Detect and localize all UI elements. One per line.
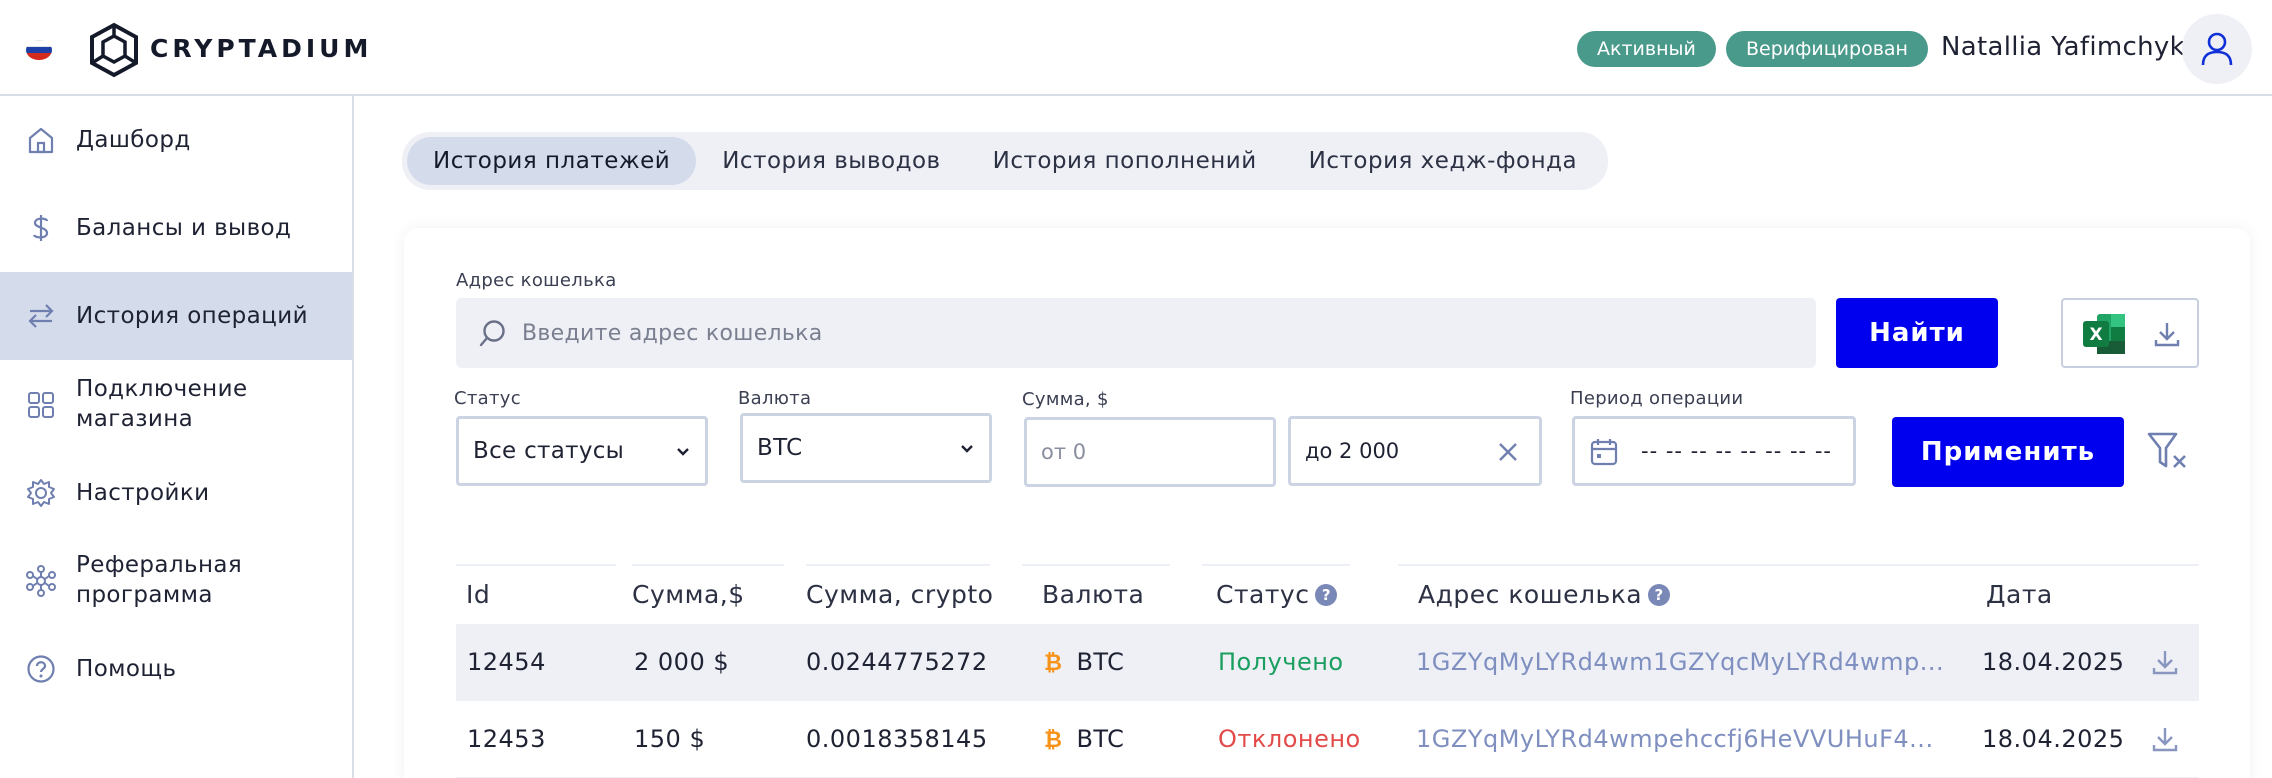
row-status: Получено — [1218, 648, 1344, 676]
sidebar-item-store[interactable]: Подключение магазина — [0, 360, 352, 450]
column-header-currency: Валюта — [1022, 564, 1170, 624]
apply-button[interactable]: Применить — [1892, 417, 2124, 487]
row-date: 18.04.2025 — [1982, 725, 2125, 753]
period-filter-label: Период операции — [1570, 388, 1744, 409]
chevron-down-icon — [961, 445, 973, 453]
period-date-range[interactable]: -- -- -- -- -- -- -- -- — [1572, 416, 1856, 486]
amount-from-field — [1024, 417, 1276, 487]
column-header-amount-crypto: Сумма, crypto — [806, 564, 993, 624]
sidebar-item-label: История операций — [76, 303, 308, 329]
help-icon[interactable]: ? — [1315, 584, 1338, 606]
amount-to-field — [1288, 416, 1542, 486]
row-amount-crypto: 0.0018358145 — [806, 725, 988, 753]
help-circle-icon — [24, 652, 58, 686]
row-amount-usd: 150 $ — [634, 725, 706, 753]
row-date: 18.04.2025 — [1982, 648, 2125, 676]
wallet-address-label: Адрес кошелька — [456, 270, 617, 291]
wallet-search-box — [456, 298, 1816, 368]
amount-from-input[interactable] — [1041, 420, 1221, 484]
calendar-icon — [1590, 439, 1618, 466]
row-amount-usd: 2 000 $ — [634, 648, 730, 676]
download-icon — [2154, 323, 2180, 347]
row-amount-crypto: 0.0244775272 — [806, 648, 988, 676]
tab-hedge-fund[interactable]: История хедж-фонда — [1283, 137, 1603, 185]
sidebar-item-label: Балансы и вывод — [76, 215, 292, 241]
amount-to-input[interactable] — [1305, 419, 1485, 483]
grid-icon — [24, 388, 58, 422]
language-flag-icon[interactable] — [26, 40, 52, 60]
bitcoin-icon: ₿ — [1044, 728, 1063, 753]
find-button[interactable]: Найти — [1836, 298, 1998, 368]
row-wallet-address[interactable]: 1GZYqMyLYRd4wmpehccfj6HeVVUHuF4... — [1416, 701, 1934, 778]
column-header-wallet-address: Адрес кошелька? Дата — [1398, 564, 2199, 624]
excel-icon: X — [2083, 314, 2125, 354]
table-row[interactable]: 12453 150 $ 0.0018358145 ₿ BTC Отклонено … — [456, 701, 2199, 778]
status-badge-active: Активный — [1577, 31, 1716, 67]
row-currency: ₿ BTC — [1044, 701, 1124, 778]
column-header-amount-usd: Сумма,$ — [632, 564, 784, 624]
profile-button[interactable] — [2182, 14, 2252, 84]
user-icon — [2201, 32, 2233, 66]
currency-filter-label: Валюта — [738, 388, 812, 409]
row-currency-code: BTC — [1076, 725, 1125, 753]
status-badge-verified: Верифицирован — [1726, 31, 1928, 67]
history-tabs: История платежей История выводов История… — [402, 132, 1609, 190]
sidebar-item-history[interactable]: История операций — [0, 272, 352, 360]
table-row[interactable]: 12454 2 000 $ 0.0244775272 ₿ BTC Получено… — [456, 624, 2199, 701]
amount-filter-label: Сумма, $ — [1022, 389, 1109, 410]
row-wallet-address[interactable]: 1GZYqMyLYRd4wm1GZYqcMyLYRd4wmp... — [1416, 624, 1944, 701]
user-name: Natallia Yafimchyk — [1941, 32, 2185, 62]
column-header-status: Статус? — [1202, 564, 1350, 624]
transfer-arrows-icon — [24, 299, 58, 333]
download-icon[interactable] — [2151, 725, 2179, 753]
tab-deposits[interactable]: История пополнений — [967, 137, 1283, 185]
brand-name[interactable]: CRYPTADIUM — [150, 34, 372, 63]
row-id: 12454 — [467, 648, 546, 676]
column-header-date: Дата — [1986, 580, 2053, 609]
status-filter-label: Статус — [454, 388, 521, 409]
period-date-value: -- -- -- -- -- -- -- -- — [1641, 439, 1832, 463]
sidebar: Дашборд Балансы и вывод История операций… — [0, 96, 354, 778]
status-select-value: Все статусы — [473, 438, 625, 464]
filter-reset-icon[interactable] — [2146, 430, 2190, 474]
export-excel-button[interactable]: X — [2061, 298, 2199, 368]
tab-withdrawals[interactable]: История выводов — [696, 137, 966, 185]
network-icon — [24, 564, 58, 598]
sidebar-item-help[interactable]: Помощь — [0, 626, 352, 712]
svg-text:X: X — [2089, 325, 2102, 345]
sidebar-item-label: Реферальная программа — [76, 552, 243, 608]
row-status: Отклонено — [1218, 725, 1361, 753]
bitcoin-icon: ₿ — [1044, 651, 1063, 676]
currency-select-value: BTC — [757, 435, 803, 461]
home-icon — [24, 123, 58, 157]
sidebar-item-dashboard[interactable]: Дашборд — [0, 96, 352, 184]
search-icon — [479, 320, 505, 347]
currency-select[interactable]: BTC — [740, 413, 992, 483]
chevron-down-icon — [677, 448, 689, 456]
sidebar-item-settings[interactable]: Настройки — [0, 450, 352, 536]
sidebar-item-label: Настройки — [76, 480, 210, 506]
row-id: 12453 — [467, 725, 546, 753]
column-header-wallet-label: Адрес кошелька — [1418, 580, 1643, 609]
logo-icon[interactable] — [88, 22, 140, 78]
dollar-icon — [24, 211, 58, 245]
column-header-id: Id — [456, 564, 616, 624]
top-header: CRYPTADIUM Активный Верифицирован Natall… — [0, 0, 2272, 96]
sidebar-item-label: Подключение магазина — [76, 376, 248, 432]
download-icon[interactable] — [2151, 648, 2179, 676]
close-icon[interactable] — [1495, 439, 1521, 465]
column-header-status-label: Статус — [1216, 580, 1310, 609]
row-currency-code: BTC — [1076, 648, 1125, 676]
help-icon[interactable]: ? — [1648, 584, 1671, 606]
sidebar-item-label: Дашборд — [76, 127, 191, 153]
status-select[interactable]: Все статусы — [456, 416, 708, 486]
row-currency: ₿ BTC — [1044, 624, 1124, 702]
sidebar-item-referral[interactable]: Реферальная программа — [0, 536, 352, 626]
sidebar-item-balances[interactable]: Балансы и вывод — [0, 184, 352, 272]
tab-payments[interactable]: История платежей — [407, 137, 697, 185]
wallet-search-input[interactable] — [522, 298, 1782, 368]
gear-icon — [24, 476, 58, 510]
sidebar-item-label: Помощь — [76, 656, 177, 682]
